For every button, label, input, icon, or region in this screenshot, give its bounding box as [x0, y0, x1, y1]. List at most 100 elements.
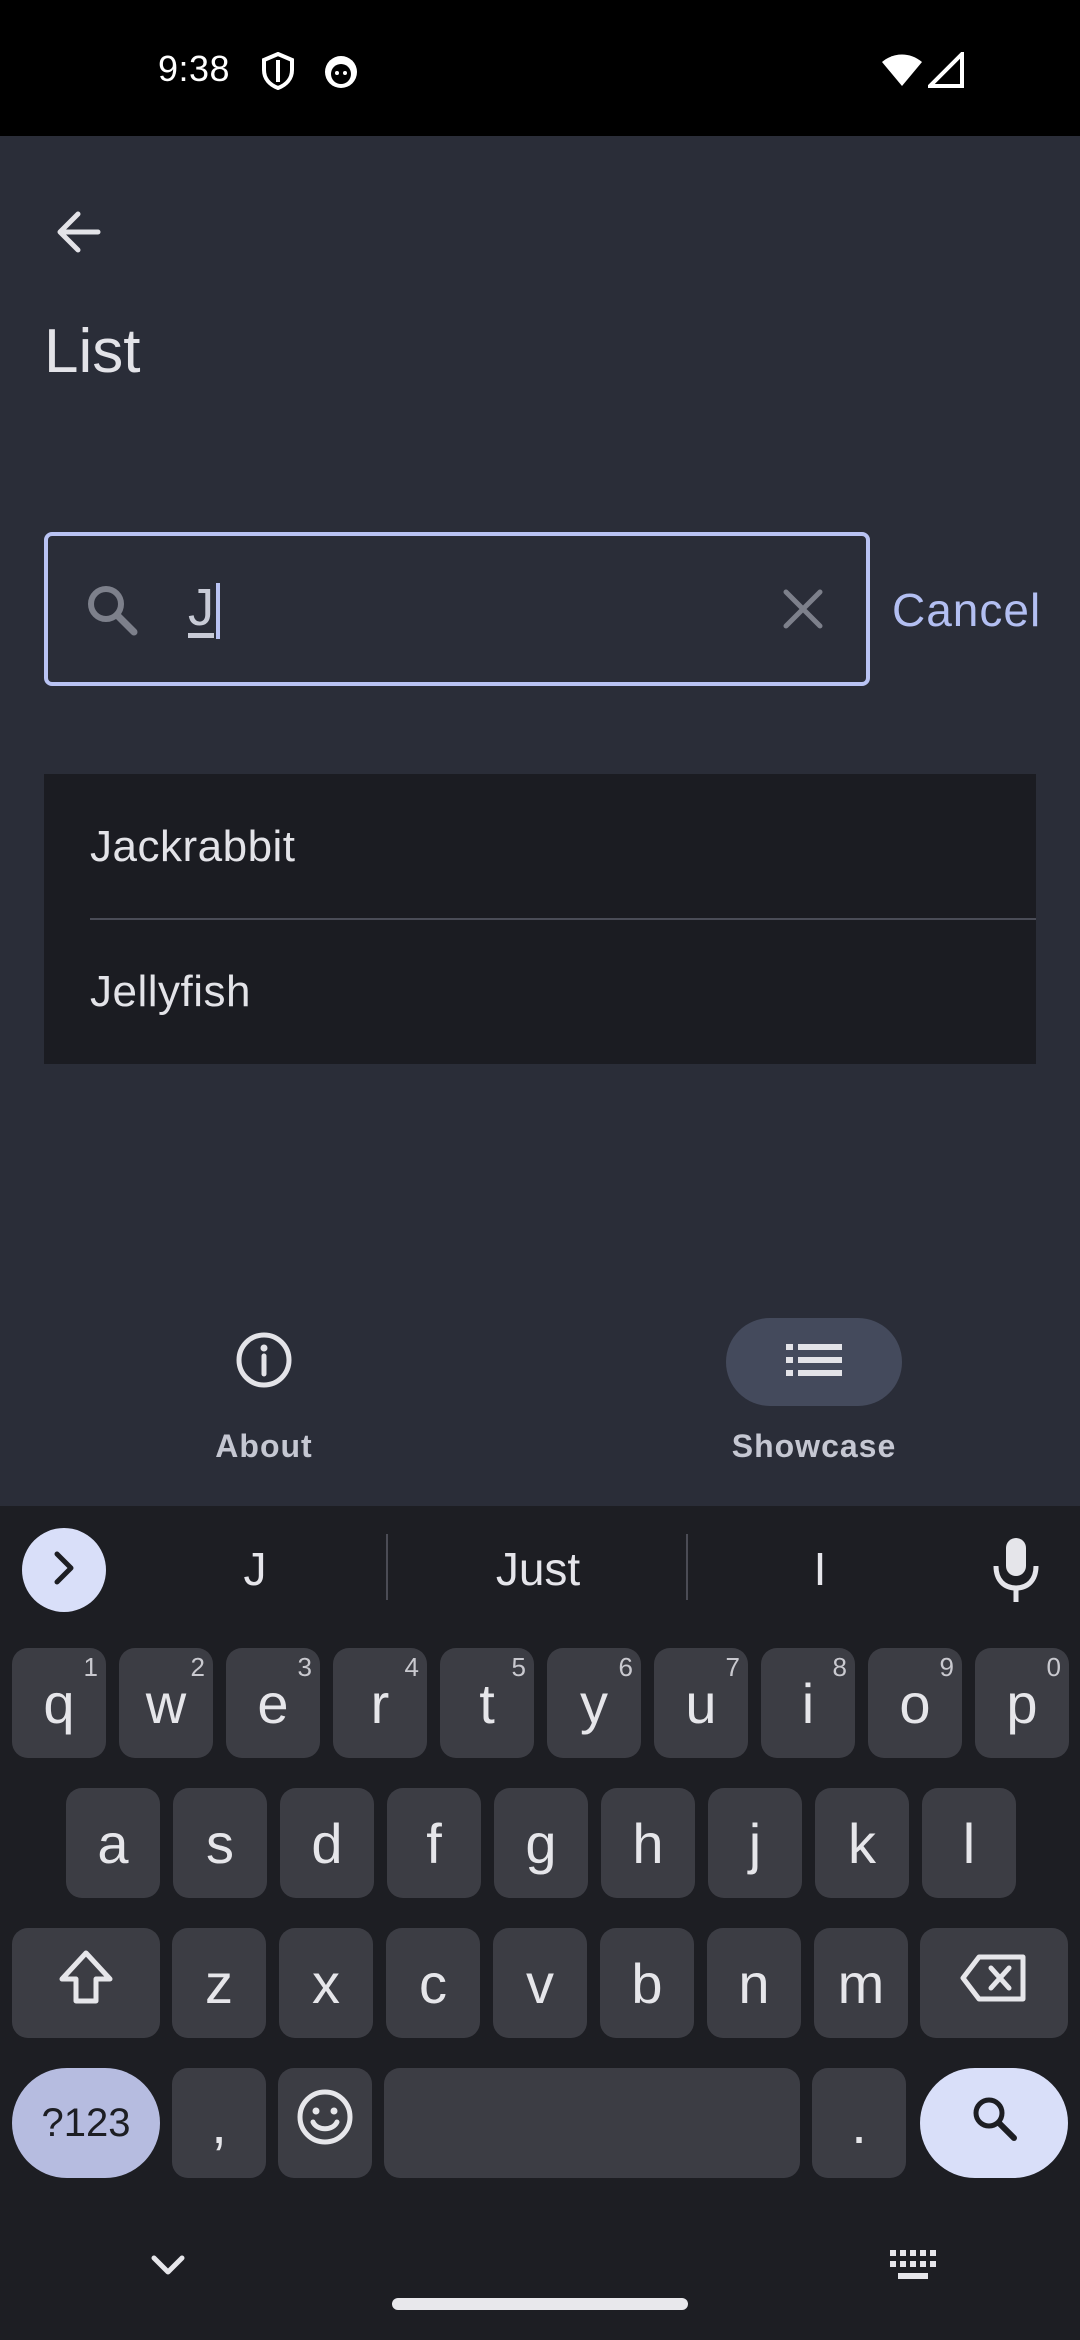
- space-key[interactable]: [384, 2068, 800, 2178]
- key-g[interactable]: g: [494, 1788, 588, 1898]
- emoji-icon: [296, 2088, 354, 2159]
- wifi-icon: [880, 52, 924, 93]
- key-y[interactable]: y6: [547, 1648, 641, 1758]
- bottom-navigation: About Showcase: [0, 1278, 1080, 1506]
- key-i[interactable]: i8: [761, 1648, 855, 1758]
- list-item-label: Jackrabbit: [90, 822, 296, 871]
- text-caret: [216, 583, 220, 640]
- key-t[interactable]: t5: [440, 1648, 534, 1758]
- shift-key[interactable]: [12, 1928, 160, 2038]
- key-r[interactable]: r4: [333, 1648, 427, 1758]
- key-q[interactable]: q1: [12, 1648, 106, 1758]
- key-s[interactable]: s: [173, 1788, 267, 1898]
- nav-pill: [176, 1318, 352, 1406]
- comma-key[interactable]: ,: [172, 2068, 266, 2178]
- search-action-key[interactable]: [920, 2068, 1068, 2178]
- key-hint: 8: [832, 1652, 847, 1682]
- expand-toolbar-button[interactable]: [22, 1528, 106, 1612]
- key-hint: 7: [725, 1652, 740, 1682]
- key-hint: 4: [404, 1652, 419, 1682]
- key-o[interactable]: o9: [868, 1648, 962, 1758]
- info-icon: [234, 1330, 294, 1395]
- close-icon[interactable]: [776, 582, 830, 641]
- cellular-signal-icon: [925, 49, 964, 93]
- chevron-down-icon[interactable]: [150, 2254, 186, 2283]
- search-icon: [84, 582, 140, 643]
- nav-item-about[interactable]: About: [150, 1318, 370, 1478]
- key-label: u: [685, 1671, 717, 1735]
- key-a[interactable]: a: [66, 1788, 160, 1898]
- status-bar: 9:38: [0, 0, 1080, 136]
- soft-keyboard: J Just I q1w2e3r4t5y6u7i8o9p0 asdfghjkl: [0, 1506, 1080, 2340]
- shift-icon: [56, 1949, 116, 2018]
- nav-pill-active: [726, 1318, 902, 1406]
- key-m[interactable]: m: [814, 1928, 908, 2038]
- symbols-key[interactable]: ?123: [12, 2068, 160, 2178]
- key-label: e: [257, 1671, 289, 1735]
- key-d[interactable]: d: [280, 1788, 374, 1898]
- key-label: o: [899, 1671, 931, 1735]
- key-u[interactable]: u7: [654, 1648, 748, 1758]
- key-hint: 0: [1046, 1652, 1061, 1682]
- period-key[interactable]: .: [812, 2068, 906, 2178]
- key-label: w: [145, 1671, 187, 1735]
- nav-item-showcase[interactable]: Showcase: [700, 1318, 920, 1478]
- list-item-label: Jellyfish: [90, 967, 251, 1016]
- key-c[interactable]: c: [386, 1928, 480, 2038]
- divider: [386, 1534, 388, 1600]
- key-label: t: [479, 1671, 495, 1735]
- keyboard-nav-bar: [0, 2206, 1080, 2340]
- key-hint: 3: [297, 1652, 312, 1682]
- emoji-key[interactable]: [278, 2068, 372, 2178]
- backspace-key[interactable]: [920, 1928, 1068, 2038]
- key-v[interactable]: v: [493, 1928, 587, 2038]
- key-hint: 2: [190, 1652, 205, 1682]
- cancel-button[interactable]: Cancel: [892, 583, 1041, 637]
- key-j[interactable]: j: [708, 1788, 802, 1898]
- list-item[interactable]: Jellyfish: [44, 919, 1036, 1064]
- key-h[interactable]: h: [601, 1788, 695, 1898]
- list-item[interactable]: Jackrabbit: [44, 774, 1036, 920]
- home-indicator[interactable]: [392, 2298, 688, 2310]
- search-input[interactable]: J: [44, 532, 870, 686]
- key-l[interactable]: l: [922, 1788, 1016, 1898]
- shield-icon: [260, 51, 296, 95]
- list-icon: [786, 1342, 842, 1383]
- key-e[interactable]: e3: [226, 1648, 320, 1758]
- search-icon: [969, 2091, 1019, 2156]
- key-k[interactable]: k: [815, 1788, 909, 1898]
- key-label: i: [801, 1671, 815, 1735]
- nav-label-showcase: Showcase: [731, 1428, 897, 1464]
- key-hint: 9: [939, 1652, 954, 1682]
- search-input-value[interactable]: J: [188, 578, 220, 640]
- suggestion-item[interactable]: Just: [438, 1542, 638, 1596]
- page-title: List: [44, 317, 141, 386]
- nav-label-about: About: [215, 1428, 313, 1464]
- key-n[interactable]: n: [707, 1928, 801, 2038]
- key-w[interactable]: w2: [119, 1648, 213, 1758]
- key-p[interactable]: p0: [975, 1648, 1069, 1758]
- key-b[interactable]: b: [600, 1928, 694, 2038]
- keyboard-switch-icon[interactable]: [890, 2250, 936, 2285]
- suggestion-item[interactable]: J: [180, 1542, 330, 1596]
- key-hint: 1: [83, 1652, 98, 1682]
- key-label: y: [580, 1671, 608, 1735]
- back-button[interactable]: [40, 196, 116, 272]
- microphone-icon[interactable]: [988, 1536, 1044, 1611]
- status-time: 9:38: [158, 48, 231, 89]
- key-hint: 6: [618, 1652, 633, 1682]
- cat-face-icon: [322, 52, 360, 95]
- key-label: r: [370, 1671, 390, 1735]
- suggestion-strip: J Just I: [0, 1506, 1080, 1638]
- key-x[interactable]: x: [279, 1928, 373, 2038]
- divider: [686, 1534, 688, 1600]
- screen: 9:38 List J Cancel Jackrabbit Jellyfish …: [0, 0, 1080, 2340]
- key-z[interactable]: z: [172, 1928, 266, 2038]
- backspace-icon: [959, 1951, 1029, 2016]
- suggestion-item[interactable]: I: [745, 1542, 895, 1596]
- key-label: p: [1006, 1671, 1038, 1735]
- key-label: q: [43, 1671, 75, 1735]
- search-results-list: Jackrabbit Jellyfish: [44, 774, 1036, 1064]
- chevron-right-icon: [49, 1550, 79, 1591]
- key-f[interactable]: f: [387, 1788, 481, 1898]
